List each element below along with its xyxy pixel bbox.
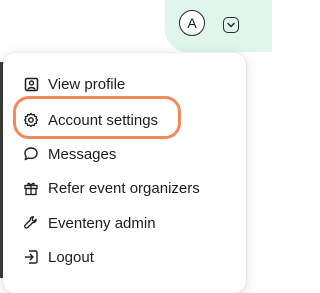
account-dropdown-menu: View profile Account settings Messages R… [3,53,246,293]
chevron-down-icon [227,22,235,28]
gear-icon [23,112,39,128]
chat-bubble-icon [23,146,39,162]
avatar[interactable]: A [179,10,205,36]
menu-item-label: Refer event organizers [48,179,200,197]
menu-item-eventeny-admin[interactable]: Eventeny admin [23,210,156,236]
menu-item-view-profile[interactable]: View profile [23,71,125,97]
menu-item-messages[interactable]: Messages [23,141,116,167]
background-page-top [0,0,8,62]
menu-item-label: View profile [48,75,126,93]
wrench-icon [23,215,39,231]
logout-icon [23,249,39,265]
menu-item-refer-event-organizers[interactable]: Refer event organizers [23,175,200,201]
account-dropdown-button[interactable] [223,17,239,33]
avatar-initial: A [187,15,197,31]
user-square-icon [23,76,39,92]
menu-item-account-settings[interactable]: Account settings [23,107,158,133]
menu-item-label: Account settings [48,111,159,129]
menu-item-label: Logout [48,248,94,266]
menu-item-label: Messages [48,145,117,163]
gift-icon [23,180,39,196]
menu-item-label: Eventeny admin [48,214,156,232]
menu-item-logout[interactable]: Logout [23,244,94,270]
